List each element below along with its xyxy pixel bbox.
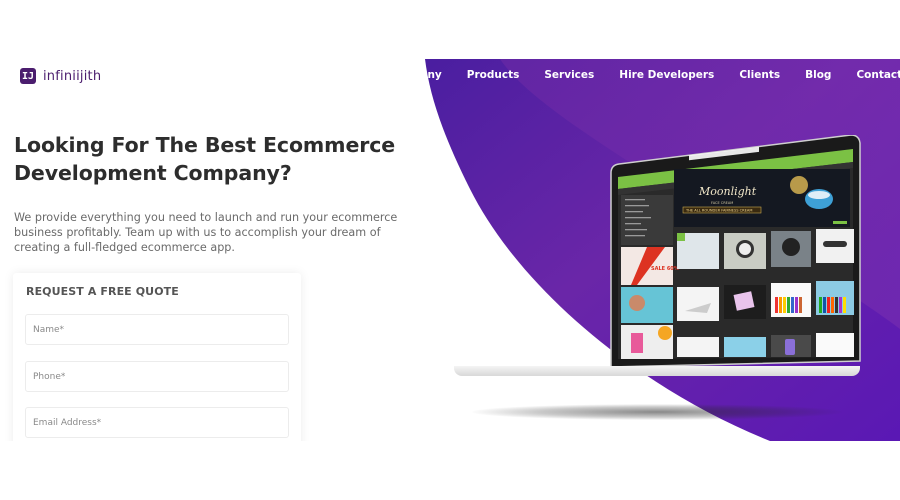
nav-item-products[interactable]: Products [467,69,520,81]
nav-item-company[interactable]: Company [425,69,442,81]
quote-form-title: REQUEST A FREE QUOTE [26,285,179,298]
nav-item-hire-developers[interactable]: Hire Developers [619,69,714,81]
name-field[interactable] [25,314,289,345]
brand-logo[interactable]: IJ infiniijith [20,68,101,84]
hero-description: We provide everything you need to launch… [14,211,398,254]
hero-section: IJ infiniijith Company Products Services… [0,59,900,441]
email-field[interactable] [25,407,289,438]
logo-mark-icon: IJ [20,68,36,84]
nav-item-services[interactable]: Services [544,69,594,81]
page-title: Looking For The Best Ecommerce Developme… [14,133,396,185]
nav-item-contact[interactable]: Contact [856,69,900,81]
brand-name: infiniijith [43,68,102,84]
phone-field[interactable] [25,361,289,392]
main-nav: Company Products Services Hire Developer… [425,67,900,87]
nav-item-blog[interactable]: Blog [805,69,831,81]
nav-item-clients[interactable]: Clients [739,69,780,81]
quote-form: REQUEST A FREE QUOTE [13,273,301,441]
